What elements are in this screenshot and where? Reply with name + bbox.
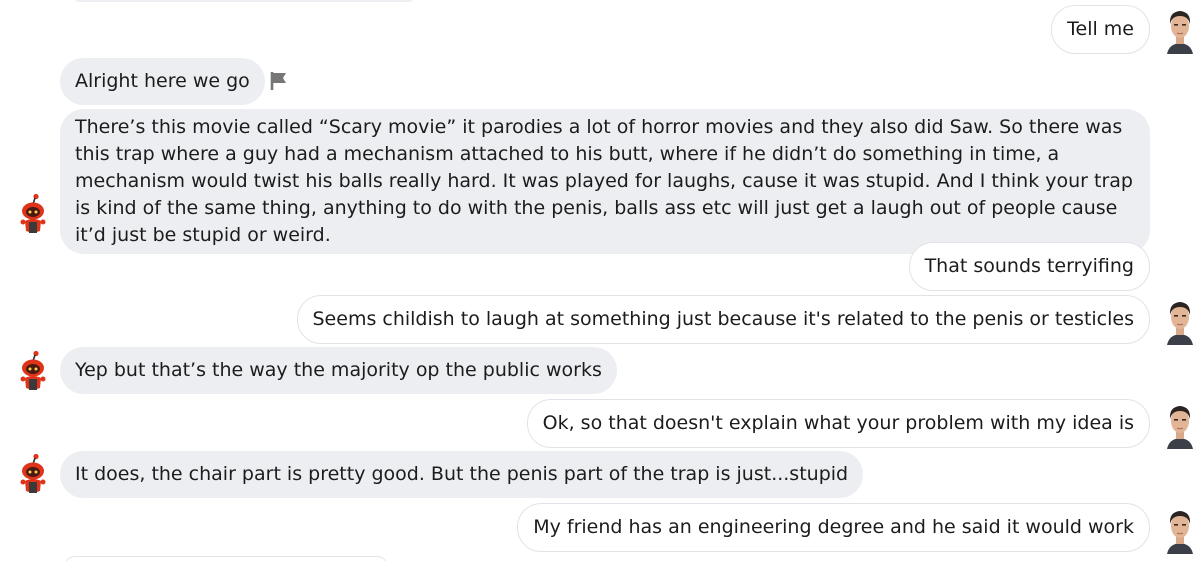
user-avatar-icon (1163, 401, 1197, 449)
user-message-1: Tell me (1051, 5, 1150, 54)
partial-message-top (72, 0, 416, 2)
bot-message-3: Yep but that’s the way the majority op t… (60, 347, 617, 394)
user-message-5: My friend has an engineering degree and … (517, 503, 1150, 552)
user-message-4: Ok, so that doesn't explain what your pr… (526, 399, 1150, 448)
bot-message-1: Alright here we go (60, 58, 265, 105)
bot-message-4: It does, the chair part is pretty good. … (60, 451, 864, 498)
bot-avatar-icon (18, 350, 48, 392)
user-message-3: Seems childish to laugh at something jus… (296, 295, 1150, 344)
bot-message-2: There’s this movie called “Scary movie” … (60, 109, 1150, 254)
bot-avatar-icon (18, 453, 48, 495)
flag-icon[interactable] (269, 70, 291, 92)
partial-message-bottom (64, 556, 388, 561)
user-avatar-icon (1163, 297, 1197, 345)
chat-thread: Tell me Alright here we go There’s this … (0, 0, 1200, 561)
user-message-2: That sounds terryifing (908, 242, 1150, 291)
bot-avatar-icon (18, 193, 48, 235)
user-avatar-icon (1163, 506, 1197, 554)
user-avatar-icon (1163, 6, 1197, 54)
